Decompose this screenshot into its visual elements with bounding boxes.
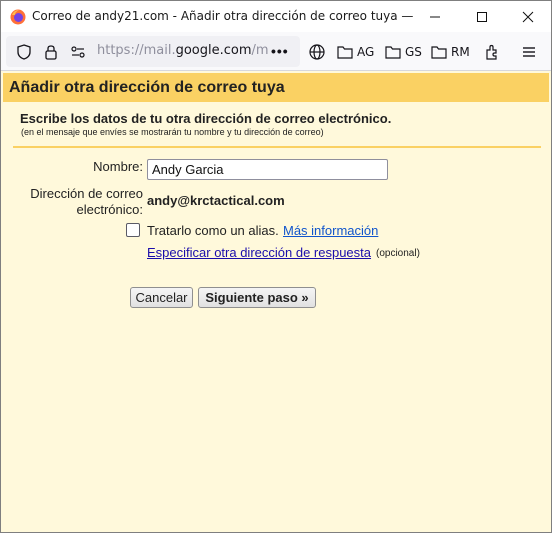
next-step-button[interactable]: Siguiente paso »: [198, 287, 316, 308]
reply-to-link[interactable]: Especificar otra dirección de respuesta: [147, 245, 371, 260]
dialog-header: Añadir otra dirección de correo tuya: [3, 73, 549, 102]
maximize-icon: [477, 11, 487, 22]
folder-icon: [337, 46, 353, 59]
more-info-link[interactable]: Más información: [283, 223, 378, 238]
bookmark-label: GS: [405, 45, 422, 59]
bookmark-gs[interactable]: GS: [385, 43, 422, 61]
intro-subtext: (en el mensaje que envíes se mostrarán t…: [21, 127, 324, 137]
bookmark-ag[interactable]: AG: [337, 43, 374, 61]
minimize-button[interactable]: [412, 1, 458, 32]
optional-label: (opcional): [376, 248, 420, 259]
folder-icon: [385, 46, 401, 59]
divider: [13, 146, 541, 148]
navigation-toolbar: https://mail.google.com/mai ••• AG GS RM: [1, 32, 551, 71]
cancel-button[interactable]: Cancelar: [130, 287, 193, 308]
url-domain: google.com: [175, 43, 252, 58]
url-prefix: https://mail.: [97, 43, 176, 58]
bookmark-label: AG: [357, 45, 375, 59]
url-suffix: /mai: [251, 43, 269, 58]
dialog-title: Añadir otra dirección de correo tuya: [9, 79, 285, 96]
permissions-icon[interactable]: [69, 43, 87, 61]
bookmark-label: RM: [451, 45, 470, 59]
menu-icon[interactable]: [520, 43, 538, 61]
minimize-icon: [430, 16, 440, 17]
title-bar: Correo de andy21.com - Añadir otra direc…: [1, 1, 551, 32]
window-title: Correo de andy21.com - Añadir otra direc…: [32, 9, 417, 23]
extensions-icon[interactable]: [484, 43, 502, 61]
email-value: andy@krctactical.com: [147, 193, 285, 208]
name-label: Nombre:: [93, 159, 143, 174]
alias-checkbox[interactable]: [126, 223, 140, 237]
close-icon: [522, 11, 534, 22]
url-text[interactable]: https://mail.google.com/mai: [97, 43, 269, 58]
folder-icon: [431, 46, 447, 59]
bookmark-rm[interactable]: RM: [431, 43, 470, 61]
firefox-icon: [10, 9, 26, 25]
page-actions-button[interactable]: •••: [271, 43, 289, 59]
browser-window: Correo de andy21.com - Añadir otra direc…: [0, 0, 552, 533]
alias-label[interactable]: Tratarlo como un alias.: [147, 223, 279, 238]
name-input[interactable]: [147, 159, 388, 180]
close-button[interactable]: [505, 1, 551, 32]
maximize-button[interactable]: [459, 1, 505, 32]
intro-text: Escribe los datos de tu otra dirección d…: [20, 111, 392, 126]
shield-icon[interactable]: [15, 43, 33, 61]
email-label-line2: electrónico:: [76, 202, 143, 217]
email-label-line1: Dirección de correo: [30, 186, 143, 201]
lock-icon[interactable]: [42, 43, 60, 61]
globe-icon[interactable]: [308, 43, 326, 61]
